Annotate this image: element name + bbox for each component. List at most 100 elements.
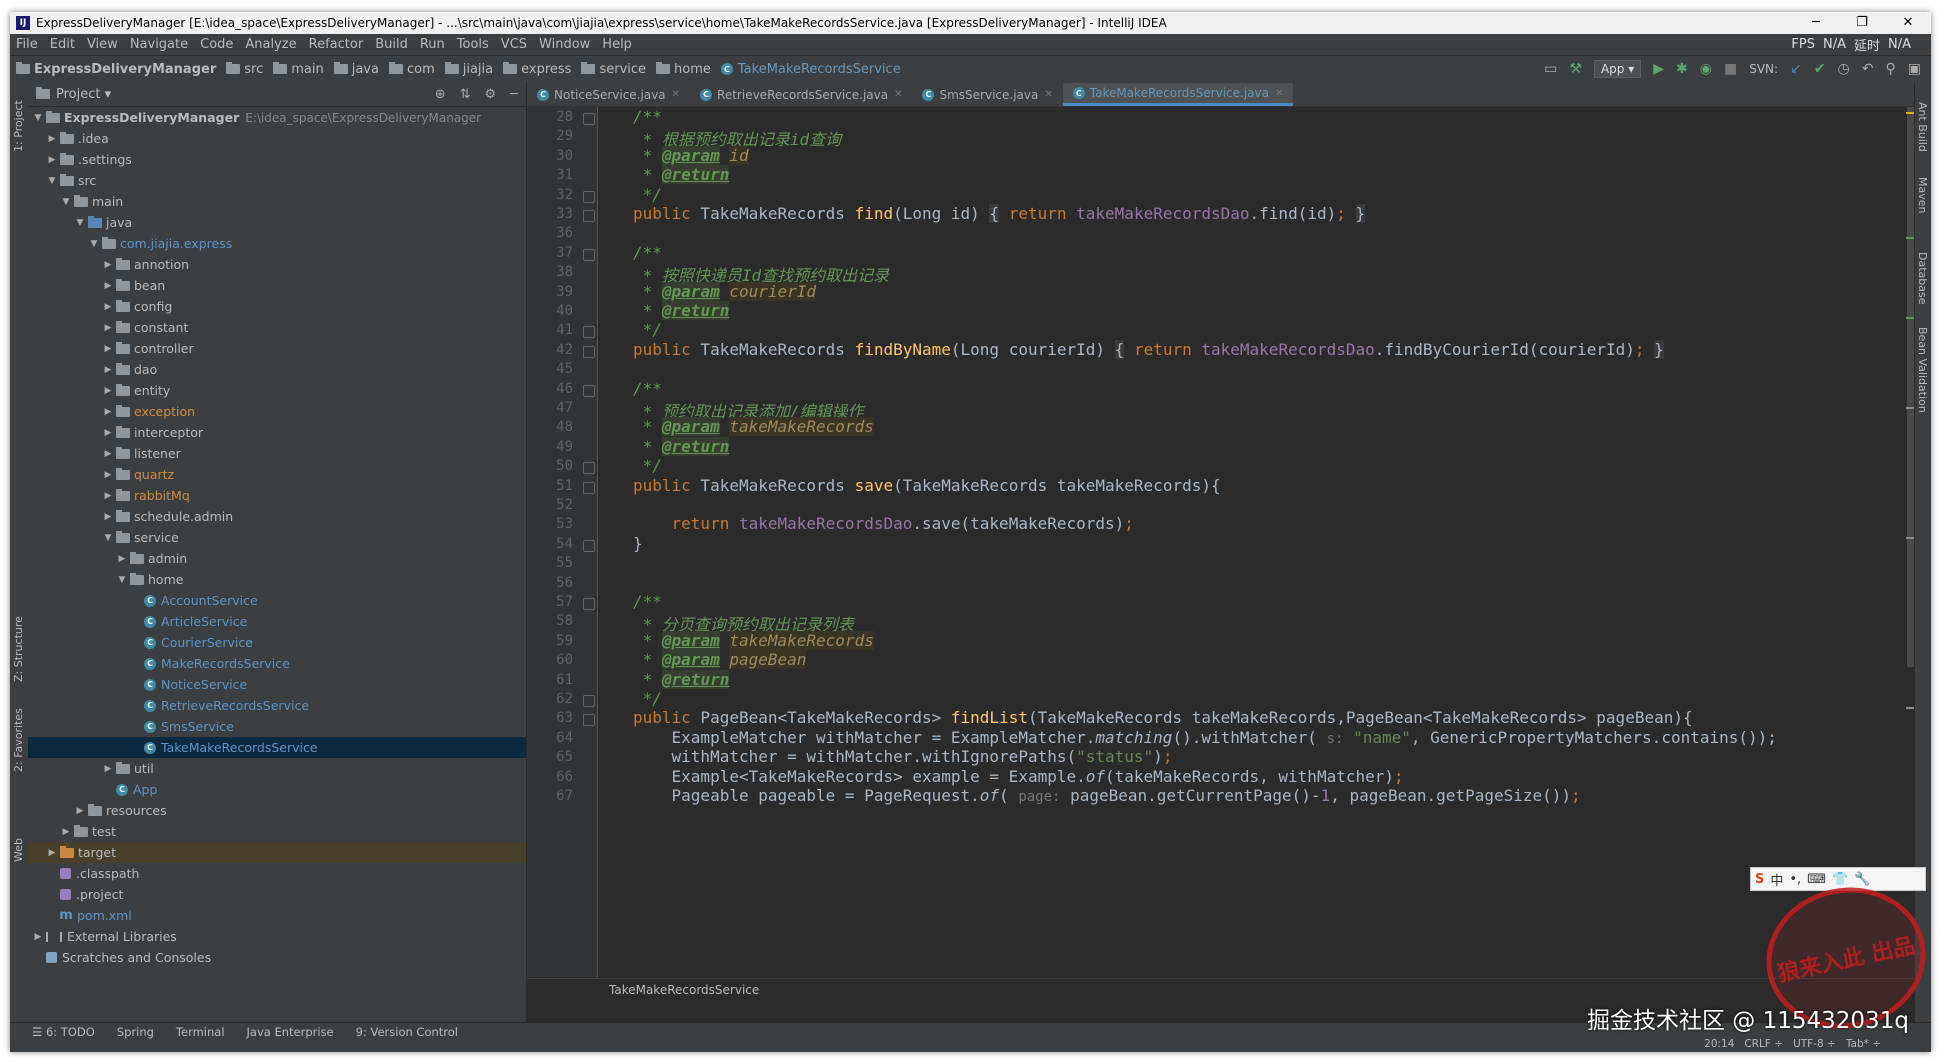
chevron-right-icon[interactable]: ▶ <box>102 365 114 375</box>
menu-vcs[interactable]: VCS <box>495 37 533 52</box>
build-hammer-icon[interactable]: ⚒ <box>1569 61 1582 77</box>
fold-marker-icon[interactable] <box>583 695 595 707</box>
close-tab-icon[interactable]: ✕ <box>894 89 902 100</box>
tools-icon[interactable]: 🔧 <box>1854 872 1870 887</box>
chevron-down-icon[interactable]: ▼ <box>32 113 44 123</box>
fold-marker-icon[interactable] <box>583 598 595 610</box>
menu-help[interactable]: Help <box>596 37 638 52</box>
right-tool-tab[interactable]: Maven <box>1916 177 1929 213</box>
locate-icon[interactable]: ⊕ <box>435 87 446 102</box>
tree-item[interactable]: m pom.xml <box>28 905 526 926</box>
bottom-tool-tab[interactable]: Terminal <box>176 1025 225 1039</box>
fold-marker-icon[interactable] <box>583 384 595 397</box>
tree-item[interactable]: C CourierService <box>28 632 526 653</box>
chevron-right-icon[interactable]: ▶ <box>46 155 58 165</box>
chevron-right-icon[interactable]: ▶ <box>102 323 114 333</box>
run-config-select[interactable]: App ▾ <box>1593 60 1642 78</box>
bottom-tool-tab[interactable]: Spring <box>117 1025 154 1039</box>
ime-mode[interactable]: 中 <box>1770 870 1783 889</box>
tree-item[interactable]: C MakeRecordsService <box>28 653 526 674</box>
search-icon[interactable]: ⚲ <box>1886 61 1896 77</box>
tree-item[interactable]: C App <box>28 779 526 800</box>
code-line[interactable]: * @return <box>633 669 730 689</box>
menu-view[interactable]: View <box>81 37 124 52</box>
menu-edit[interactable]: Edit <box>44 37 81 52</box>
chevron-right-icon[interactable]: ▶ <box>102 344 114 354</box>
fold-marker-icon[interactable] <box>583 539 595 552</box>
code-line[interactable]: * @param takeMakeRecords <box>633 417 874 437</box>
project-structure-icon[interactable]: ▭ <box>1544 61 1557 77</box>
chevron-down-icon[interactable]: ▼ <box>60 197 72 207</box>
tree-item[interactable]: C ArticleService <box>28 611 526 632</box>
chevron-right-icon[interactable]: ▶ <box>102 302 114 312</box>
tree-item[interactable]: ▼ ExpressDeliveryManager E:\idea_space\Exp… <box>28 107 526 128</box>
change-marker[interactable] <box>1906 537 1914 539</box>
tree-item[interactable]: ▶ bean <box>28 275 526 296</box>
tree-item[interactable]: C SmsService <box>28 716 526 737</box>
close-button[interactable]: ✕ <box>1885 12 1931 34</box>
right-tool-tab[interactable]: Database <box>1916 252 1929 305</box>
fold-marker-icon[interactable] <box>583 190 595 203</box>
menu-analyze[interactable]: Analyze <box>239 37 302 52</box>
change-marker[interactable] <box>1906 407 1914 409</box>
tree-item[interactable]: C RetrieveRecordsService <box>28 695 526 716</box>
code-line[interactable]: * @param pageBean <box>633 650 807 670</box>
tree-item[interactable]: ▶ util <box>28 758 526 779</box>
tree-item[interactable]: ▶ test <box>28 821 526 842</box>
close-tab-icon[interactable]: ✕ <box>1044 89 1052 100</box>
chevron-right-icon[interactable]: ▶ <box>46 134 58 144</box>
menu-run[interactable]: Run <box>414 37 451 52</box>
code-line[interactable]: public PageBean<TakeMakeRecords> findLis… <box>633 708 1693 727</box>
close-tab-icon[interactable]: ✕ <box>1275 88 1283 99</box>
code-line[interactable]: return takeMakeRecordsDao.save(takeMakeR… <box>633 514 1134 533</box>
chevron-down-icon[interactable]: ▼ <box>88 239 100 249</box>
code-line[interactable]: * @return <box>633 165 730 185</box>
tree-item[interactable]: ▼ src <box>28 170 526 191</box>
chevron-right-icon[interactable]: ▶ <box>102 764 114 774</box>
chevron-right-icon[interactable]: ▶ <box>102 512 114 522</box>
code-line[interactable]: */ <box>633 185 662 204</box>
web-tool-tab[interactable]: Web <box>12 838 25 862</box>
tree-item[interactable]: ▼ java <box>28 212 526 233</box>
run-icon[interactable]: ▶ <box>1653 61 1664 77</box>
tree-item[interactable]: ▶ resources <box>28 800 526 821</box>
change-marker[interactable] <box>1906 707 1914 709</box>
tree-item[interactable]: ▼ com.jiajia.express <box>28 233 526 254</box>
tree-item[interactable]: ▼ home <box>28 569 526 590</box>
fold-marker-icon[interactable] <box>583 481 595 494</box>
menu-build[interactable]: Build <box>369 37 414 52</box>
chevron-right-icon[interactable]: ▶ <box>116 554 128 564</box>
breadcrumb-item[interactable]: C TakeMakeRecordsService <box>720 62 901 77</box>
tree-item[interactable]: ▶ .idea <box>28 128 526 149</box>
collapse-all-icon[interactable]: ⇅ <box>460 87 471 102</box>
tree-item[interactable]: ▶ rabbitMq <box>28 485 526 506</box>
minimize-button[interactable]: ─ <box>1793 12 1839 34</box>
code-area[interactable]: /** * 根据预约取出记录id查询 * @param id * @return… <box>605 107 1895 977</box>
change-marker[interactable] <box>1906 317 1914 319</box>
breadcrumb-item[interactable]: jiajia <box>444 62 493 77</box>
breadcrumb-item[interactable]: src <box>226 62 263 77</box>
chevron-right-icon[interactable]: ▶ <box>102 407 114 417</box>
code-line[interactable]: ExampleMatcher withMatcher = ExampleMatc… <box>633 728 1777 747</box>
warning-marker[interactable] <box>1906 112 1914 114</box>
chevron-right-icon[interactable]: ▶ <box>102 260 114 270</box>
file-encoding[interactable]: UTF-8 ÷ <box>1793 1038 1836 1050</box>
structure-tool-tab[interactable]: Z: Structure <box>12 616 25 682</box>
chevron-right-icon[interactable]: ▶ <box>74 806 86 816</box>
tree-item[interactable]: C NoticeService <box>28 674 526 695</box>
bottom-tool-tab[interactable]: Java Enterprise <box>247 1025 334 1039</box>
tree-item[interactable]: ▶ exception <box>28 401 526 422</box>
skin-icon[interactable]: 👕 <box>1832 872 1848 887</box>
tree-item[interactable]: Scratches and Consoles <box>28 947 526 968</box>
breadcrumb-item[interactable]: ExpressDeliveryManager <box>16 62 216 77</box>
chevron-right-icon[interactable]: ▶ <box>102 470 114 480</box>
gear-icon[interactable]: ⚙ <box>485 87 497 102</box>
bottom-tool-tab[interactable]: ☰ 6: TODO <box>32 1025 95 1039</box>
favorites-tool-tab[interactable]: 2: Favorites <box>12 708 25 772</box>
chevron-down-icon[interactable]: ▼ <box>46 176 58 186</box>
chevron-right-icon[interactable]: ▶ <box>102 428 114 438</box>
line-separator[interactable]: CRLF ÷ <box>1744 1038 1783 1050</box>
editor-tab[interactable]: C SmsService.java ✕ <box>912 83 1062 106</box>
code-line[interactable]: * @param takeMakeRecords <box>633 630 874 650</box>
code-line[interactable]: /** <box>633 592 662 611</box>
